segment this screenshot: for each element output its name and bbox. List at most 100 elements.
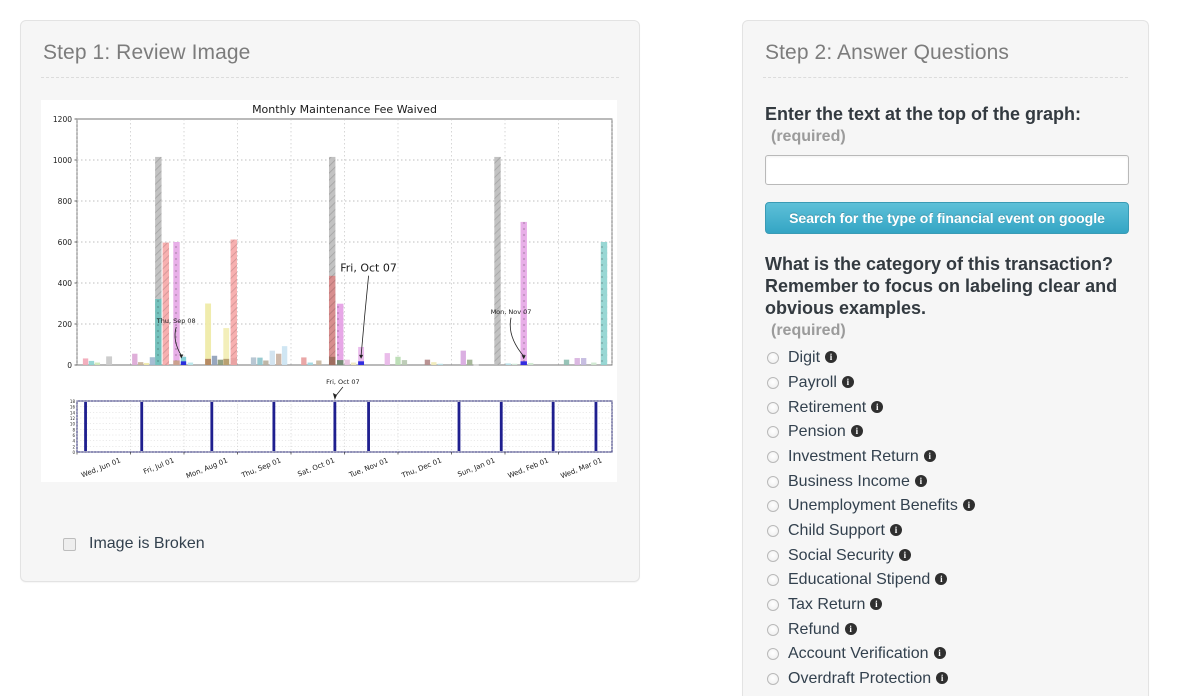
category-option-tax-return[interactable]: Tax Returni	[765, 593, 1126, 618]
category-option-label: Payrolli	[788, 374, 854, 392]
category-option-overdraft-protection[interactable]: Overdraft Protectioni	[765, 667, 1126, 692]
chart-bar	[188, 363, 193, 365]
radio-button-icon[interactable]	[767, 624, 779, 636]
radio-button-icon[interactable]	[767, 402, 779, 414]
info-icon[interactable]: i	[936, 672, 948, 684]
y-axis-tick-label: 600	[58, 238, 73, 247]
info-icon[interactable]: i	[871, 401, 883, 413]
navigator-y-tick-label: 16	[70, 405, 76, 410]
radio-button-icon[interactable]	[767, 476, 779, 488]
chart-bar	[581, 358, 586, 365]
radio-button-icon[interactable]	[767, 648, 779, 660]
navigator-event-bar[interactable]	[210, 402, 213, 451]
category-option-business-income[interactable]: Business Incomei	[765, 469, 1126, 494]
chart-bar	[425, 360, 430, 365]
chart-bar	[95, 363, 100, 365]
info-icon[interactable]: i	[851, 425, 863, 437]
divider	[41, 77, 619, 78]
image-broken-row[interactable]: Image is Broken	[63, 535, 205, 553]
chart-bar	[358, 361, 364, 365]
info-icon[interactable]: i	[890, 524, 902, 536]
chart-bar	[181, 361, 186, 365]
answer-questions-panel: Step 2: Answer Questions Enter the text …	[742, 20, 1149, 696]
category-radio-group[interactable]: Digiti Payrolli Retirementi Pensioni Investm…	[765, 346, 1126, 692]
category-option-label: Business Incomei	[788, 473, 927, 491]
category-option-investment-return[interactable]: Investment Returni	[765, 445, 1126, 470]
chart-bar	[138, 362, 143, 365]
category-option-pension[interactable]: Pensioni	[765, 420, 1126, 445]
radio-button-icon[interactable]	[767, 599, 779, 611]
category-option-label: Digiti	[788, 349, 837, 367]
info-icon[interactable]: i	[845, 623, 857, 635]
navigator-event-bar[interactable]	[367, 402, 370, 451]
chart-bar	[257, 358, 262, 365]
info-icon[interactable]: i	[915, 475, 927, 487]
chart-bar	[270, 351, 275, 365]
navigator-event-bar[interactable]	[333, 402, 336, 451]
radio-button-icon[interactable]	[767, 673, 779, 685]
chart-bar	[521, 222, 527, 365]
info-icon[interactable]: i	[825, 351, 837, 363]
chart-bar	[251, 357, 256, 365]
chart-bar	[263, 360, 268, 365]
chart-bar	[431, 362, 436, 365]
category-option-retirement[interactable]: Retirementi	[765, 395, 1126, 420]
info-icon[interactable]: i	[934, 647, 946, 659]
category-option-child-support[interactable]: Child Supporti	[765, 519, 1126, 544]
chart-bar	[512, 364, 517, 365]
category-option-account-verification[interactable]: Account Verificationi	[765, 642, 1126, 667]
monthly-maintenance-fee-waived-chart: Monthly Maintenance Fee Waived0200400600…	[41, 100, 617, 482]
chart-bar	[223, 359, 229, 365]
category-option-label: Overdraft Protectioni	[788, 670, 948, 688]
navigator-event-bar[interactable]	[595, 402, 598, 451]
navigator-event-bar[interactable]	[84, 402, 87, 451]
page-title: Step 1: Review Image	[21, 21, 639, 77]
category-option-educational-stipend[interactable]: Educational Stipendi	[765, 568, 1126, 593]
navigator-event-bar[interactable]	[552, 402, 555, 451]
chart-container: Monthly Maintenance Fee Waived0200400600…	[41, 100, 617, 482]
category-option-label: Pensioni	[788, 423, 863, 441]
chart-bar	[591, 363, 596, 365]
radio-button-icon[interactable]	[767, 426, 779, 438]
category-option-label: Social Securityi	[788, 547, 911, 565]
radio-button-icon[interactable]	[767, 377, 779, 389]
category-option-payroll[interactable]: Payrolli	[765, 371, 1126, 396]
category-option-label: Investment Returni	[788, 448, 936, 466]
navigator-event-bar[interactable]	[272, 402, 275, 451]
image-broken-checkbox[interactable]	[63, 538, 76, 551]
radio-button-icon[interactable]	[767, 550, 779, 562]
navigator-event-bar[interactable]	[500, 402, 503, 451]
category-option-social-security[interactable]: Social Securityi	[765, 543, 1126, 568]
info-icon[interactable]: i	[963, 499, 975, 511]
category-option-unemployment-benefits[interactable]: Unemployment Benefitsi	[765, 494, 1126, 519]
info-icon[interactable]: i	[870, 598, 882, 610]
info-icon[interactable]: i	[935, 573, 947, 585]
chart-bar	[564, 360, 569, 365]
graph-text-input[interactable]	[765, 155, 1129, 185]
info-icon[interactable]: i	[842, 376, 854, 388]
chart-bar	[276, 354, 281, 365]
chart-navigator[interactable]: 024681012141618	[70, 399, 612, 455]
radio-button-icon[interactable]	[767, 451, 779, 463]
info-icon[interactable]: i	[924, 450, 936, 462]
radio-button-icon[interactable]	[767, 352, 779, 364]
radio-button-icon[interactable]	[767, 525, 779, 537]
graph-text-question-label: Enter the text at the top of the graph: …	[765, 104, 1126, 146]
radio-button-icon[interactable]	[767, 500, 779, 512]
chart-bar	[205, 304, 211, 366]
info-icon[interactable]: i	[899, 549, 911, 561]
chart-bar	[163, 243, 169, 365]
chart-bar	[316, 360, 321, 365]
navigator-event-bar[interactable]	[458, 402, 461, 451]
chart-bar	[173, 242, 179, 365]
navigator-event-bar[interactable]	[140, 402, 143, 451]
chart-bar	[150, 357, 155, 365]
questions-block: Enter the text at the top of the graph: …	[743, 78, 1148, 691]
category-option-digit[interactable]: Digiti	[765, 346, 1126, 371]
radio-button-icon[interactable]	[767, 574, 779, 586]
chart-bar	[132, 354, 137, 365]
chart-bar	[89, 361, 94, 365]
category-option-refund[interactable]: Refundi	[765, 617, 1126, 642]
category-required-note: (required)	[765, 321, 1126, 341]
search-google-button[interactable]: Search for the type of financial event o…	[765, 202, 1129, 234]
